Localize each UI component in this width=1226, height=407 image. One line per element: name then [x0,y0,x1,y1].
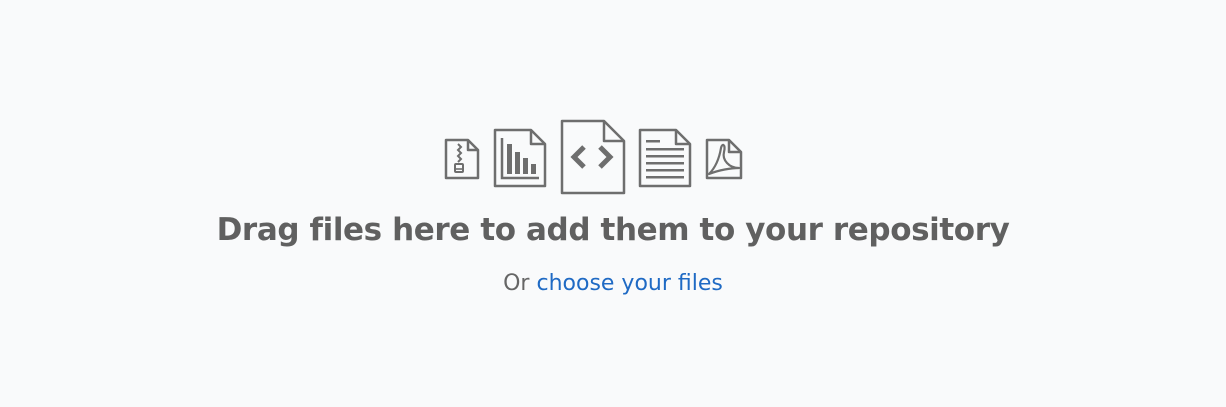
file-code-icon [560,119,626,195]
file-text-icon [638,128,692,188]
or-text: Or [503,271,530,296]
file-zip-icon [444,138,480,180]
file-pdf-icon [705,138,743,180]
file-drop-zone[interactable]: Drag files here to add them to your repo… [0,0,1226,407]
file-type-icons [0,119,1226,195]
choose-files-link[interactable]: choose your files [536,271,722,296]
dropzone-title: Drag files here to add them to your repo… [216,212,1010,248]
choose-files-line: Or choose your files [0,270,1226,298]
file-chart-icon [493,128,547,188]
